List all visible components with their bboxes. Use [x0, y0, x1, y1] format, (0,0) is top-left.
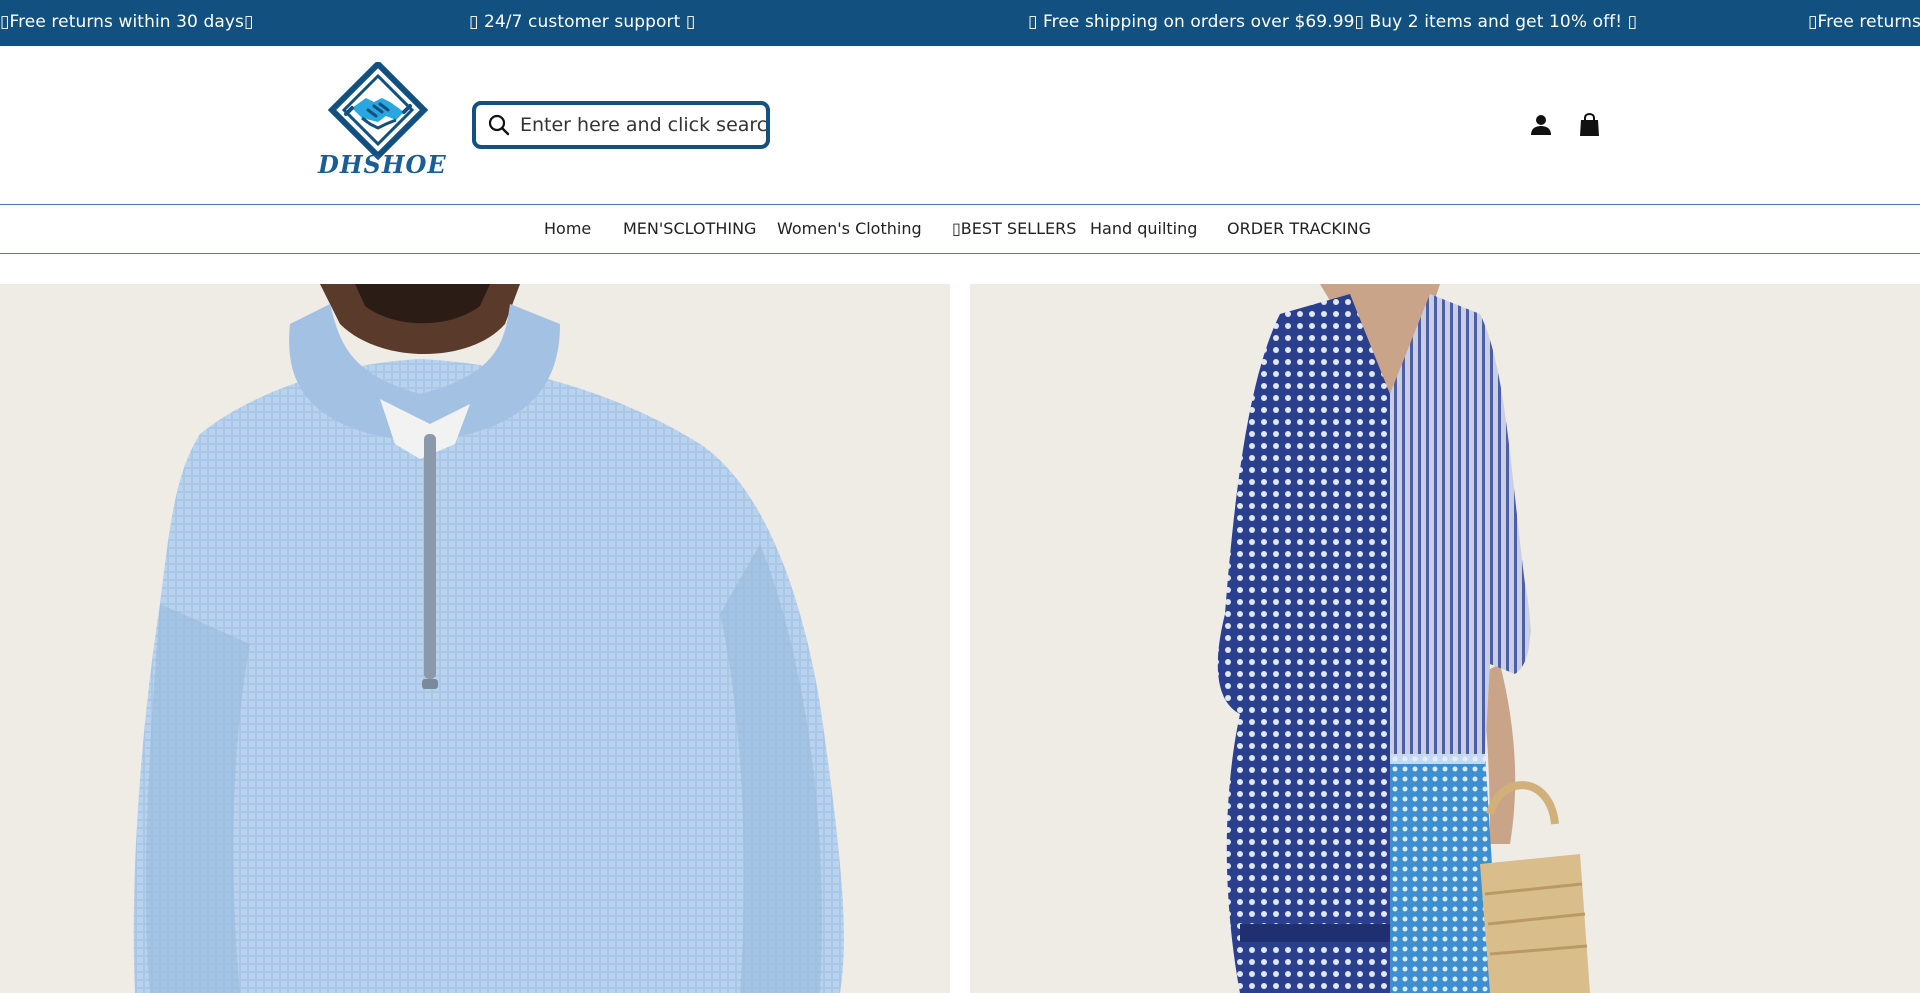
nav-item-home[interactable]: Home	[544, 205, 591, 253]
hero-tile-mens[interactable]	[0, 284, 950, 993]
search-input[interactable]	[520, 114, 766, 136]
womens-patchwork-print-maxi-dress-image	[1217, 284, 1590, 993]
search-box[interactable]	[472, 101, 770, 149]
nav-item-womens-clothing[interactable]: Women's Clothing	[777, 205, 922, 253]
nav-item-hand-quilting[interactable]: Hand quilting	[1090, 205, 1197, 253]
nav-item-mens-clothing[interactable]: MEN'SCLOTHING	[623, 205, 756, 253]
nav-item-order-tracking[interactable]: ORDER TRACKING	[1227, 205, 1371, 253]
announcement-bar: ▯Free returns within 30 days▯ ▯ 24/7 cus…	[0, 0, 1920, 46]
main-navigation: Home MEN'SCLOTHING Women's Clothing ▯BES…	[0, 204, 1920, 254]
person-icon[interactable]	[1530, 114, 1552, 136]
site-header: DHSHOE	[0, 46, 1920, 204]
brand-name: DHSHOE	[318, 150, 447, 179]
shopping-bag-icon[interactable]	[1579, 113, 1600, 137]
announcement-returns-repeat: ▯Free returns w	[1808, 12, 1920, 32]
announcement-shipping: ▯ Free shipping on orders over $69.99▯ B…	[1028, 12, 1638, 32]
search-icon[interactable]	[488, 114, 510, 136]
announcement-support: ▯ 24/7 customer support ▯	[469, 12, 696, 32]
hero-tile-womens[interactable]	[970, 284, 1920, 993]
nav-item-best-sellers[interactable]: ▯BEST SELLERS	[952, 205, 1076, 253]
announcement-returns: ▯Free returns within 30 days▯	[0, 12, 254, 32]
mens-quarter-zip-waffle-sweater-image	[133, 284, 844, 993]
